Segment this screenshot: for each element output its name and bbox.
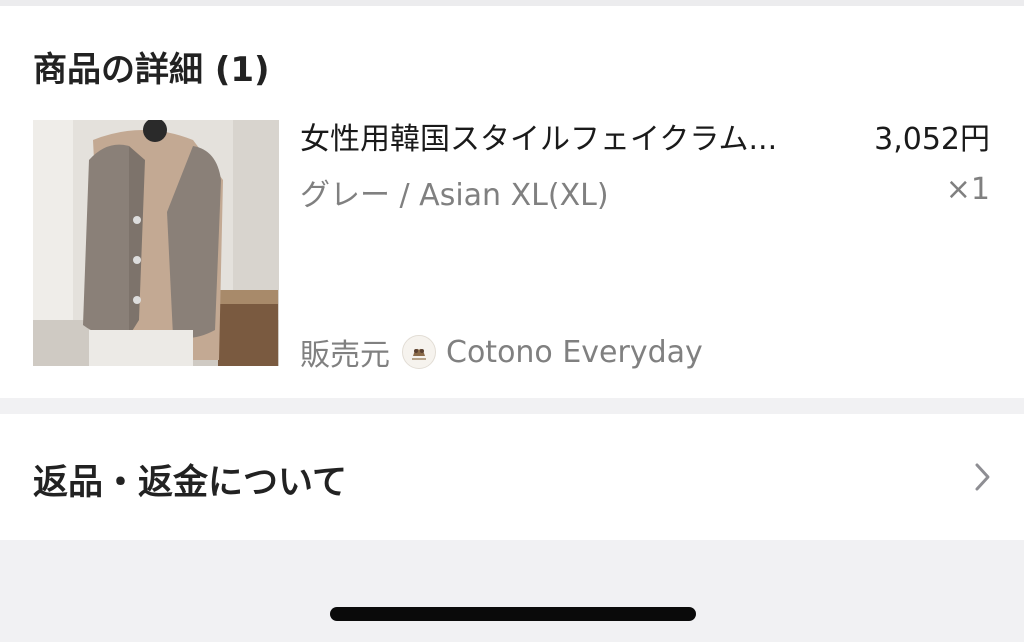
seller-row[interactable]: 販売元 Cotono Everyday <box>300 332 703 374</box>
product-image[interactable] <box>33 120 279 366</box>
seller-name: Cotono Everyday <box>446 334 703 370</box>
returns-label: 返品・返金について <box>33 463 347 503</box>
product-photo-fleece-vest <box>33 120 279 366</box>
returns-refunds-row[interactable]: 返品・返金について <box>0 414 1024 540</box>
seller-label: 販売元 <box>300 338 390 373</box>
product-quantity: ×1 <box>945 172 990 207</box>
home-indicator[interactable] <box>330 607 696 621</box>
product-name[interactable]: 女性用韓国スタイルフェイクラム... <box>300 114 830 158</box>
product-price: 3,052円 <box>874 122 990 157</box>
chevron-right-icon <box>975 463 990 491</box>
section-title: 商品の詳細 (1) <box>33 50 270 90</box>
store-logo-icon <box>402 335 436 369</box>
product-variant: グレー / Asian XL(XL) <box>300 178 609 213</box>
order-details-card: 商品の詳細 (1) 女性用韓国スタイルフェイクラム... 3,052円 グレー … <box>0 6 1024 398</box>
